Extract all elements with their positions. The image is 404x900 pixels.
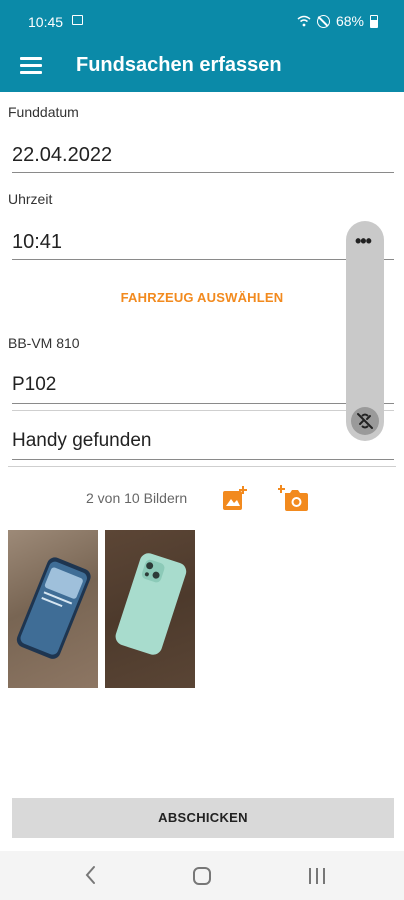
date-field-underline	[12, 172, 394, 173]
battery-icon	[370, 14, 378, 28]
photo-thumbnail[interactable]	[8, 530, 98, 688]
back-nav-icon[interactable]	[84, 865, 98, 885]
app-bar: Fundsachen erfassen	[0, 44, 404, 92]
vehicle-field[interactable]: P102	[12, 374, 56, 396]
description-field[interactable]: Handy gefunden	[12, 430, 151, 452]
add-camera-icon[interactable]	[278, 484, 310, 512]
status-bar: 10:45 68%	[0, 0, 404, 44]
time-label: Uhrzeit	[8, 191, 53, 207]
recent-apps-icon[interactable]	[308, 868, 326, 884]
status-icons: 68%	[297, 13, 378, 29]
divider	[12, 410, 394, 411]
divider	[8, 466, 396, 467]
date-label: Funddatum	[8, 104, 79, 120]
image-notification-icon	[72, 15, 83, 25]
date-field[interactable]: 22.04.2022	[12, 144, 112, 167]
status-time: 10:45	[28, 14, 64, 30]
submit-button[interactable]: ABSCHICKEN	[12, 798, 394, 838]
photo-thumbnail[interactable]	[105, 530, 195, 688]
phone-back-photo-icon	[115, 553, 187, 655]
page-title: Fundsachen erfassen	[76, 54, 282, 76]
wifi-icon	[297, 15, 311, 27]
image-count-text: 2 von 10 Bildern	[86, 490, 188, 506]
system-nav-bar	[0, 851, 404, 900]
phone-photo-icon	[16, 557, 91, 659]
link-off-button[interactable]	[351, 407, 379, 435]
select-vehicle-button[interactable]: FAHRZEUG AUSWÄHLEN	[0, 290, 404, 305]
description-field-underline	[12, 459, 394, 460]
time-field-underline	[12, 259, 394, 260]
more-options-icon[interactable]: •••	[355, 231, 372, 252]
floating-side-panel[interactable]: •••	[346, 221, 384, 441]
vehicle-plate-label: BB-VM 810	[8, 335, 80, 351]
hamburger-icon[interactable]	[20, 57, 42, 75]
battery-percent: 68%	[335, 13, 364, 29]
link-off-icon	[357, 413, 373, 429]
home-nav-icon[interactable]	[193, 867, 211, 885]
vehicle-field-underline	[12, 403, 394, 404]
time-field[interactable]: 10:41	[12, 231, 62, 254]
do-not-disturb-icon	[316, 14, 330, 28]
add-photo-icon[interactable]	[222, 485, 248, 511]
